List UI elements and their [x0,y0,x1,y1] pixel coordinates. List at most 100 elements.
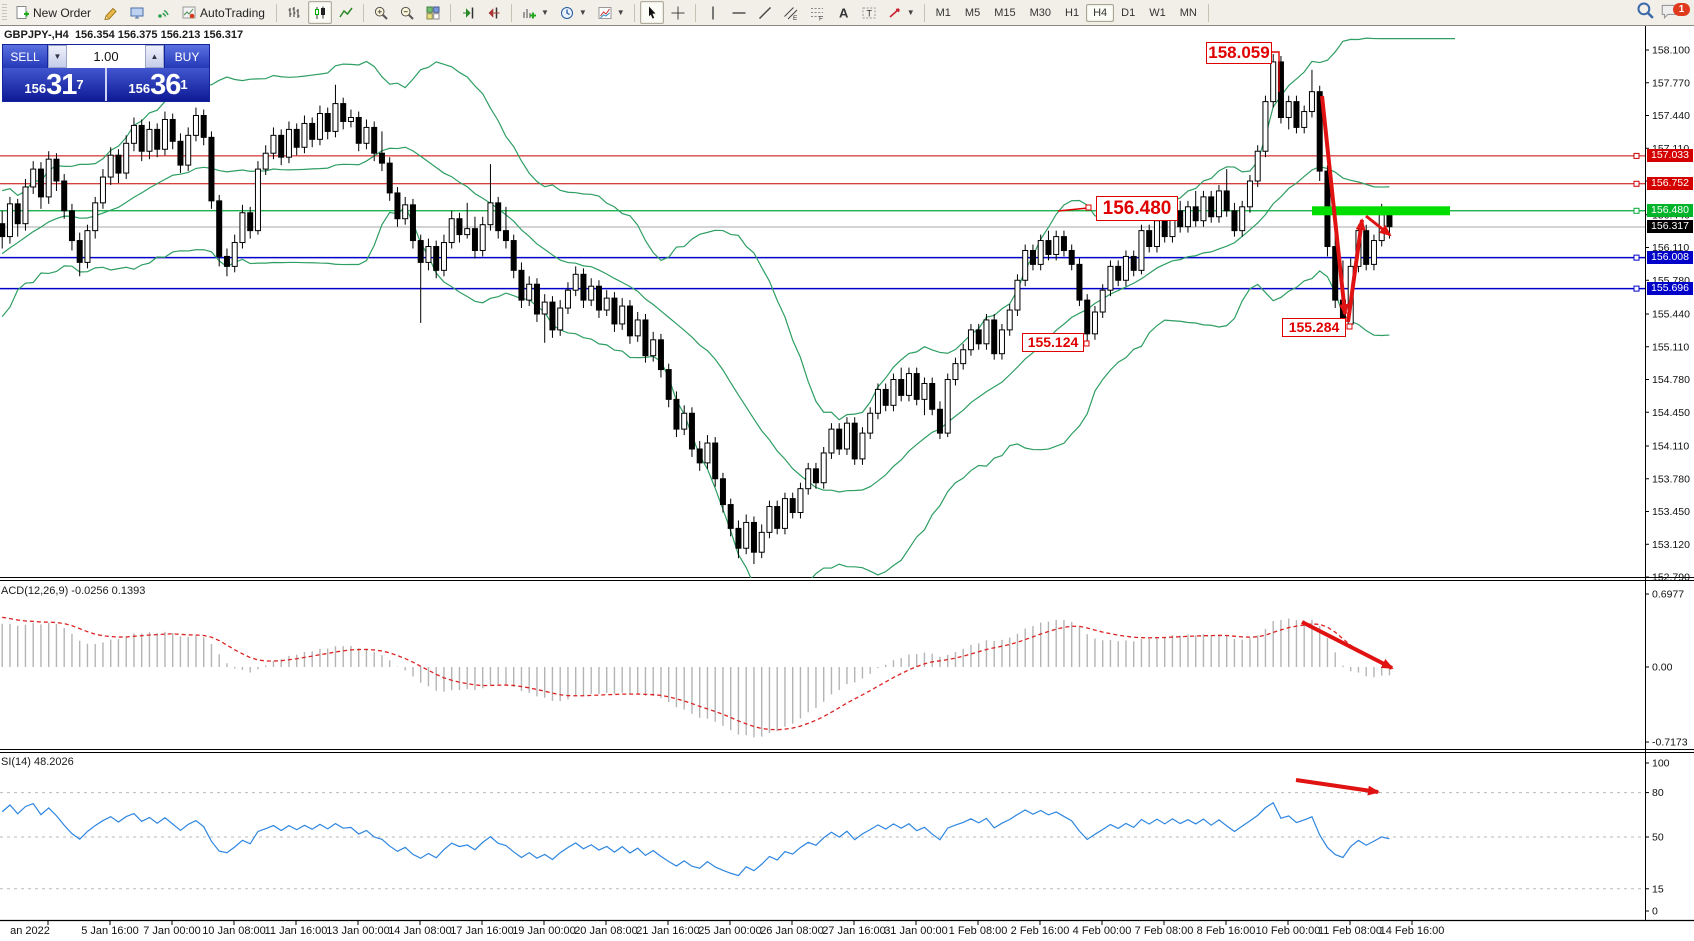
zoom-out-icon [399,5,415,21]
metaeditor-button[interactable] [125,1,149,24]
label-156-480[interactable]: 156.480 [1096,196,1178,221]
timeframe-m1[interactable]: M1 [929,4,958,22]
candlestick-button[interactable] [308,1,332,24]
time-axis-label: 11 Jan 16:00 [265,925,328,937]
time-axis-label: 7 Feb 08:00 [1135,925,1194,937]
volume-decrease-button[interactable]: ▼ [48,45,67,68]
templates-button[interactable]: ▼ [593,1,629,24]
chart-canvas[interactable]: 158.100157.770157.440157.110156.780156.4… [0,0,1694,941]
chart-shift-icon [486,5,502,21]
rsi-axis-tick: 80 [1652,787,1664,799]
price-axis-tick: 155.780 [1652,275,1690,287]
price-axis-tick: 156.440 [1652,209,1690,221]
vline-icon [705,5,721,21]
timeframe-h4[interactable]: H4 [1086,4,1114,22]
toolbar-separator [511,4,512,22]
hline-icon [731,5,747,21]
volume-increase-button[interactable]: ▲ [145,45,164,68]
buy-price[interactable]: 156361 [107,68,209,101]
timeframe-mn[interactable]: MN [1173,4,1204,22]
price-axis-tick: 153.780 [1652,473,1690,485]
time-axis-label: 21 Jan 16:00 [636,925,700,937]
auto-scroll-button[interactable] [456,1,480,24]
line-chart-button[interactable] [334,1,358,24]
fibonacci-icon: F [809,5,825,21]
toolbar: New Order AutoTrading ▼ ▼ ▼ EFAT ▼ M1M5M15M30H1… [0,0,1694,26]
line-chart-icon [338,5,354,21]
signals-button[interactable] [151,1,175,24]
rsi-label: SI(14) 48.2026 [1,756,74,768]
periods-icon [559,5,575,21]
time-axis-label: 19 Jan 00:00 [512,925,576,937]
timeframe-d1[interactable]: D1 [1114,4,1142,22]
fibonacci-button[interactable]: F [805,1,829,24]
label-155-284[interactable]: 155.284 [1282,318,1346,337]
metaeditor-icon [129,5,145,21]
tile-windows-button[interactable] [421,1,445,24]
profiles-button[interactable] [99,1,123,24]
sell-button[interactable]: SELL [3,45,48,68]
toolbar-separator [450,4,451,22]
price-axis-tick: 154.450 [1652,407,1690,419]
zoom-in-button[interactable] [369,1,393,24]
toolbar-separator [363,4,364,22]
chart-shift-button[interactable] [482,1,506,24]
autotrading-button[interactable]: AutoTrading [177,1,271,24]
label-icon: T [861,5,877,21]
channel-button[interactable]: E [779,1,803,24]
candlestick-icon [312,5,328,21]
text-button[interactable]: A [831,1,855,24]
timeframe-m15[interactable]: M15 [987,4,1022,22]
notification-badge: 1 [1673,3,1690,16]
symbol-period: GBPJPY-,H4 [4,29,69,41]
label-158-059[interactable]: 158.059 [1206,42,1272,64]
toolbar-separator [695,4,696,22]
vline-button[interactable] [701,1,725,24]
timeframe-h1[interactable]: H1 [1058,4,1086,22]
cursor-button[interactable] [640,1,664,24]
label-button[interactable]: T [857,1,881,24]
cursor-icon [644,5,660,21]
hline-button[interactable] [727,1,751,24]
sell-price[interactable]: 156317 [3,68,107,101]
shapes-icon [887,5,903,21]
timeframe-m30[interactable]: M30 [1023,4,1058,22]
buy-button[interactable]: BUY [164,45,209,68]
ohlc-values: 156.354 156.375 156.213 156.317 [75,29,243,41]
time-axis-label: 14 Jan 08:00 [388,925,452,937]
time-axis-label: 25 Jan 00:00 [698,925,762,937]
indicators-icon [521,5,537,21]
time-axis-label: 4 Feb 00:00 [1073,925,1132,937]
macd-label: ACD(12,26,9) -0.0256 0.1393 [1,585,145,597]
indicators-button[interactable]: ▼ [517,1,553,24]
time-axis-label: 1 Feb 08:00 [949,925,1008,937]
price-axis-tick: 156.780 [1652,176,1690,188]
timeframe-m5[interactable]: M5 [958,4,987,22]
label-155-124[interactable]: 155.124 [1022,333,1084,352]
search-icon[interactable] [1636,1,1654,24]
volume-input[interactable] [67,45,145,68]
time-axis-label: 26 Jan 08:00 [760,925,824,937]
zoom-out-button[interactable] [395,1,419,24]
price-axis-tick: 157.440 [1652,110,1690,122]
chevron-down-icon: ▼ [617,8,625,17]
chevron-down-icon: ▼ [579,8,587,17]
trendline-button[interactable] [753,1,777,24]
time-axis-label: 13 Jan 00:00 [326,925,390,937]
macd-axis-tick: -0.7173 [1652,737,1688,749]
shapes-button[interactable]: ▼ [883,1,919,24]
notifications-button[interactable]: 1 [1660,2,1690,24]
tile-windows-icon [425,5,441,21]
time-axis-label: an 2022 [10,925,50,937]
auto-scroll-icon [460,5,476,21]
periods-button[interactable]: ▼ [555,1,591,24]
macd-axis-tick: 0.00 [1652,662,1673,674]
time-axis-label: 5 Jan 16:00 [81,925,139,937]
one-click-trading-panel: SELL ▼ ▲ BUY 156317 156361 [2,44,210,102]
templates-icon [597,5,613,21]
bar-chart-button[interactable] [282,1,306,24]
timeframe-w1[interactable]: W1 [1142,4,1173,22]
price-axis-tick: 155.110 [1652,341,1689,353]
new-order-button[interactable]: New Order [10,1,97,24]
crosshair-button[interactable] [666,1,690,24]
